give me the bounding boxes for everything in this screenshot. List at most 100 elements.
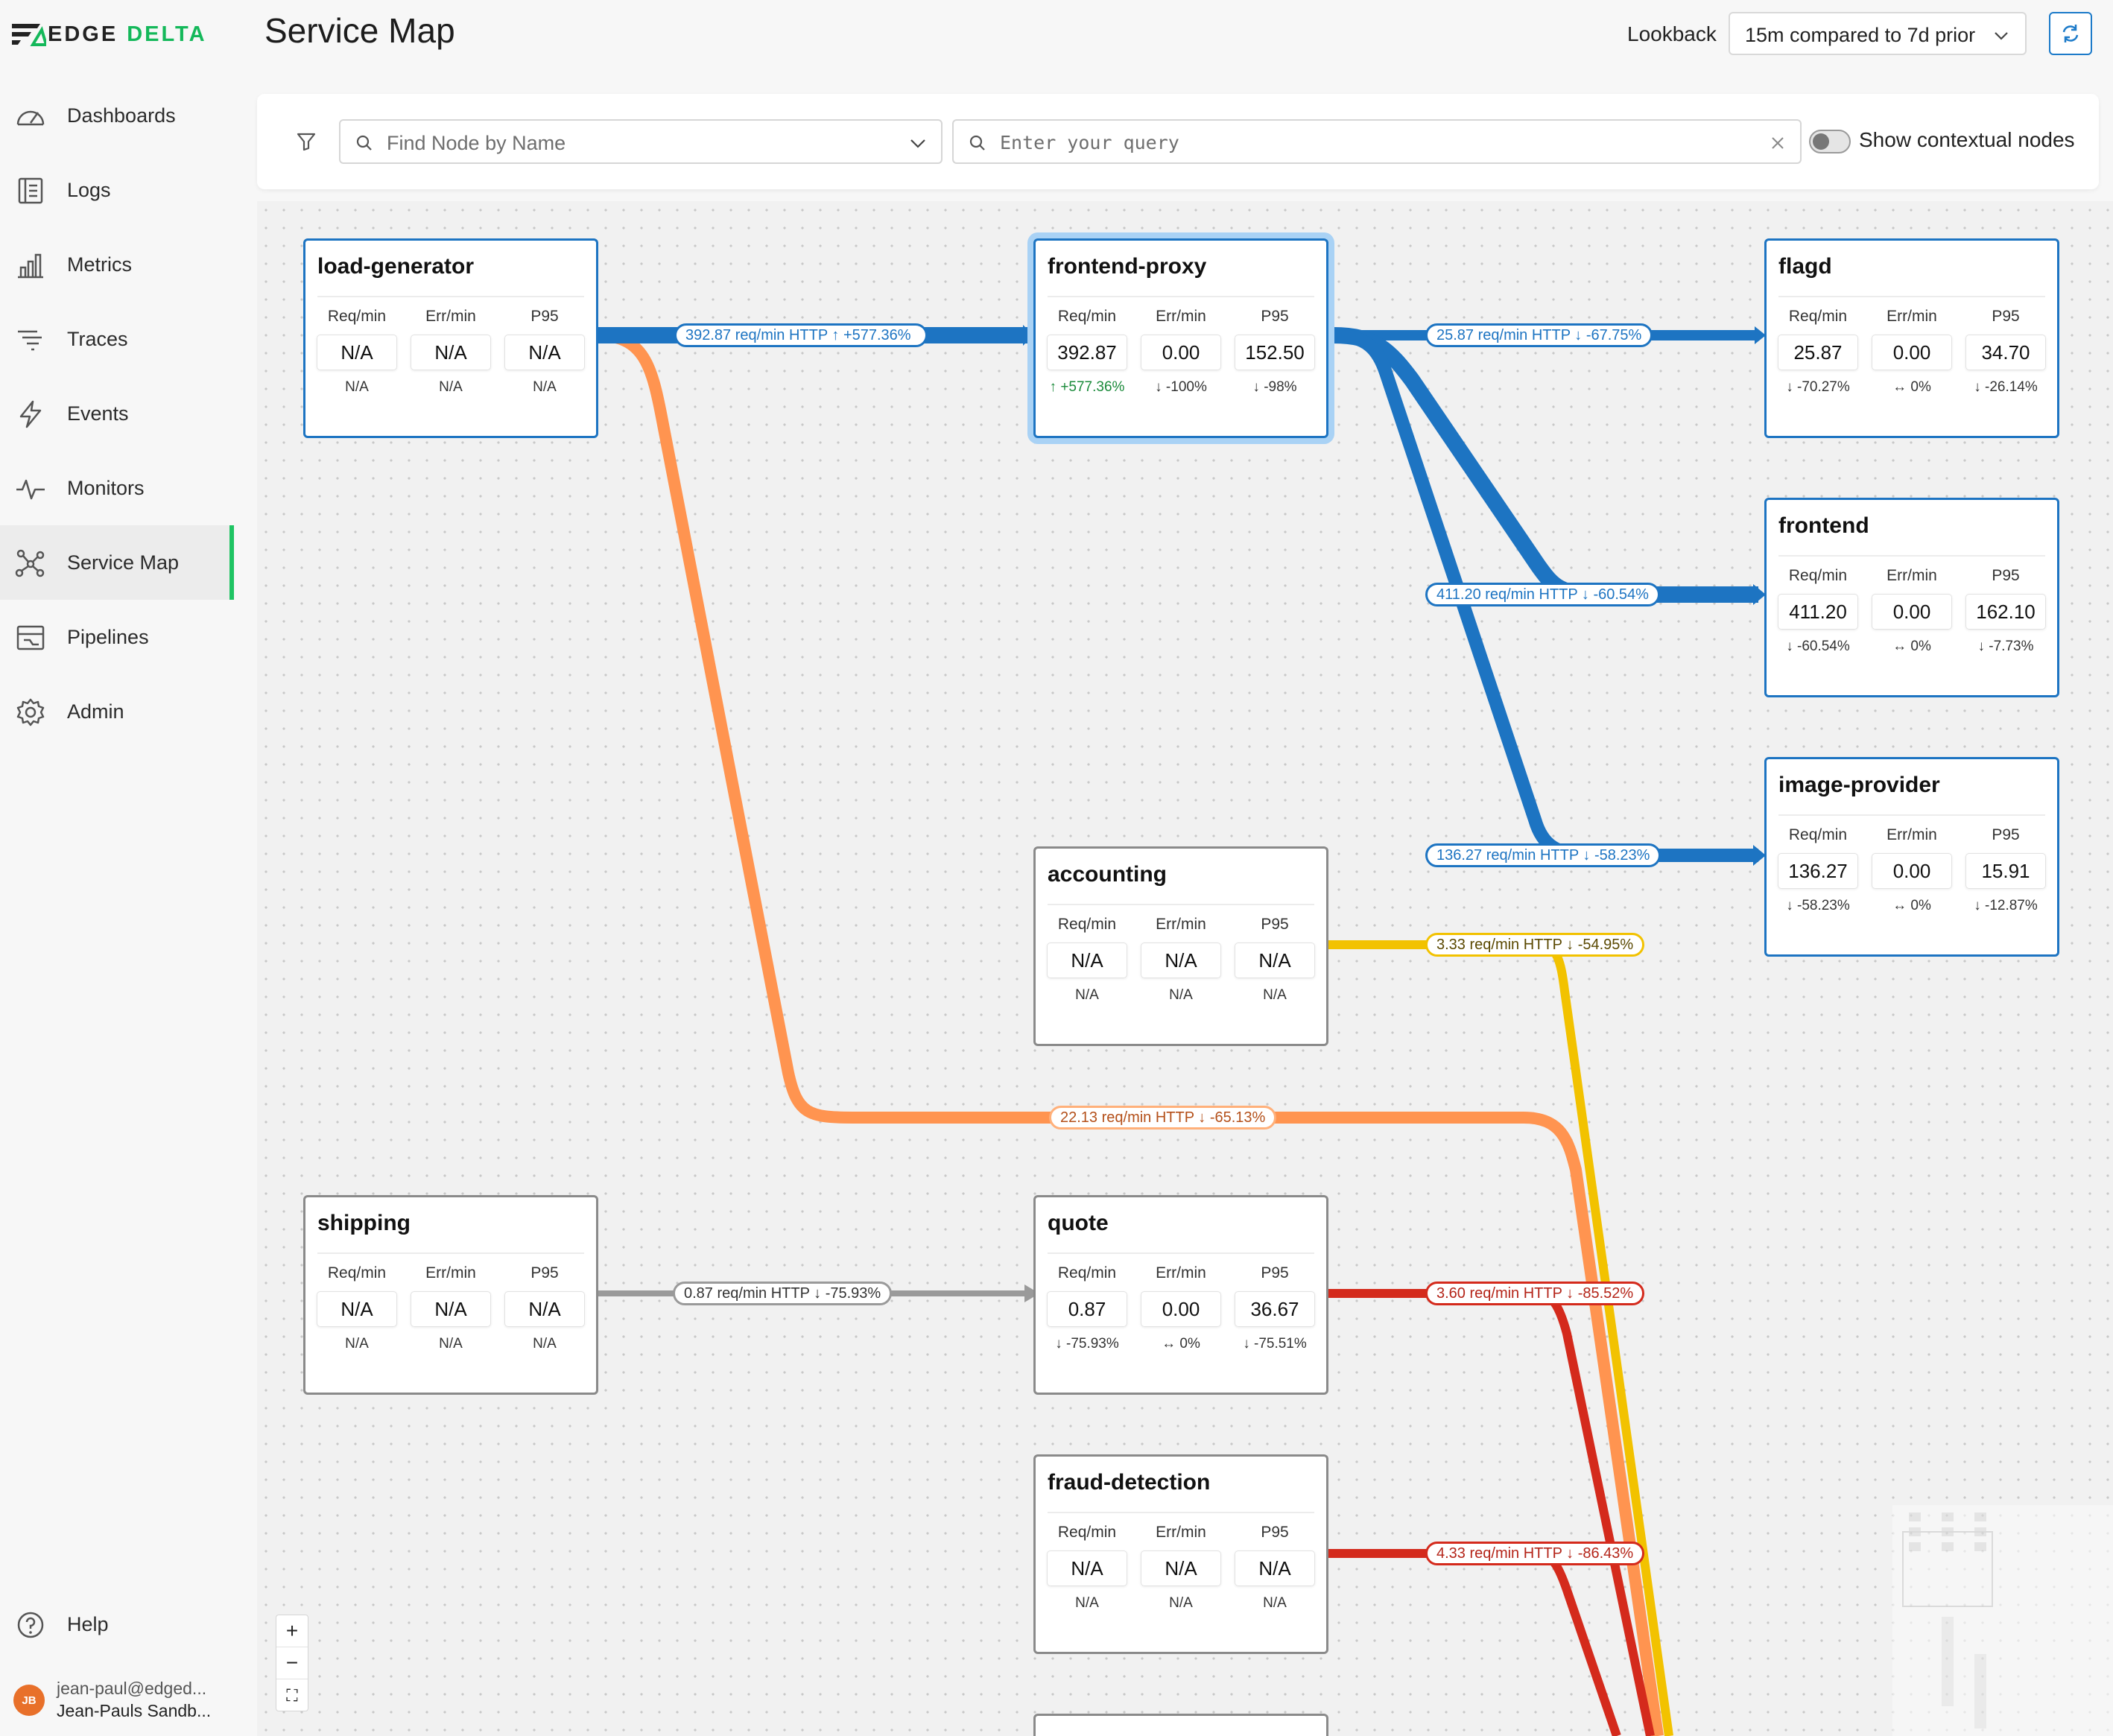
sidebar-item-label: Logs <box>67 178 111 201</box>
metric-header: Err/min <box>1156 308 1206 325</box>
close-icon[interactable] <box>1770 136 1785 151</box>
node-metrics: Req/min 0.87 ↓ -75.93% Err/min 0.00 ↔ 0% P95… <box>1046 1264 1316 1355</box>
contextual-nodes-toggle[interactable] <box>1809 130 1851 153</box>
metric-delta: N/A <box>1263 1595 1287 1611</box>
metric-err: Err/min 0.00 ↔ 0% <box>1871 826 1953 917</box>
metric-header: Err/min <box>425 308 476 325</box>
metric-value: N/A <box>504 335 585 370</box>
service-node-frontend-proxy[interactable]: frontend-proxy Req/min 392.87 ↑ +577.36% E… <box>1033 238 1328 438</box>
metric-value: 392.87 <box>1047 335 1127 370</box>
divider <box>1048 1252 1314 1254</box>
metric-header: Err/min <box>1887 308 1937 325</box>
sidebar-item-label: Events <box>67 402 129 425</box>
metric-err: Err/min N/A N/A <box>410 1264 492 1355</box>
node-name: shipping <box>317 1211 411 1235</box>
metric-err: Err/min 0.00 ↔ 0% <box>1871 567 1953 658</box>
edge-delta-logo[interactable]: EDGE DELTA <box>10 21 207 48</box>
sidebar-item-monitors[interactable]: Monitors <box>0 451 234 525</box>
service-node-shipping[interactable]: shipping Req/min N/A N/A Err/min N/A N/A P95… <box>303 1195 598 1395</box>
edge-label[interactable]: 3.60 req/min HTTP ↓ -85.52% <box>1425 1282 1645 1305</box>
lookback-select[interactable]: 15m compared to 7d prior <box>1729 12 2027 55</box>
metric-value: N/A <box>1235 943 1315 978</box>
metric-p95: P95 15.91 ↓ -12.87% <box>1965 826 2047 917</box>
sidebar-item-admin[interactable]: Admin <box>0 674 234 749</box>
edge-label[interactable]: 22.13 req/min HTTP ↓ -65.13% <box>1049 1106 1277 1130</box>
metric-value: N/A <box>411 335 491 370</box>
find-node-select[interactable]: Find Node by Name <box>339 119 943 164</box>
user-menu[interactable]: JB jean-paul@edged... Jean-Pauls Sandb..… <box>0 1673 234 1725</box>
metric-req: Req/min N/A N/A <box>1046 1524 1128 1615</box>
node-metrics: Req/min 136.27 ↓ -58.23% Err/min 0.00 ↔ 0% P… <box>1777 826 2047 917</box>
edge-label[interactable]: 392.87 req/min HTTP ↑ +577.36% <box>674 323 928 347</box>
zoom-in-button[interactable]: + <box>276 1615 308 1647</box>
filter-icon[interactable] <box>296 131 317 152</box>
service-node-quote[interactable]: quote Req/min 0.87 ↓ -75.93% Err/min 0.00 ↔ … <box>1033 1195 1328 1395</box>
edge-label[interactable]: 411.20 req/min HTTP ↓ -60.54% <box>1425 583 1660 606</box>
chevron-down-icon <box>910 139 925 148</box>
metric-value: 0.00 <box>1872 335 1952 370</box>
service-node-accounting[interactable]: accounting Req/min N/A N/A Err/min N/A N/A P… <box>1033 846 1328 1046</box>
metric-header: Req/min <box>1788 567 1848 584</box>
metric-value: N/A <box>1141 943 1221 978</box>
service-map-canvas[interactable]: 392.87 req/min HTTP ↑ +577.36% 25.87 req… <box>257 201 2113 1736</box>
metric-header: Req/min <box>1057 308 1117 325</box>
search-icon <box>969 135 985 151</box>
metric-err: Err/min N/A N/A <box>1140 916 1222 1007</box>
metric-header: Req/min <box>327 308 387 325</box>
query-input[interactable]: Enter your query <box>952 119 1802 164</box>
service-node-flagd[interactable]: flagd Req/min 25.87 ↓ -70.27% Err/min 0.00 ↔… <box>1764 238 2059 438</box>
node-metrics: Req/min 25.87 ↓ -70.27% Err/min 0.00 ↔ 0% P9… <box>1777 308 2047 399</box>
help-circle-icon <box>17 1612 44 1638</box>
search-icon <box>356 135 372 151</box>
sidebar-item-label: Pipelines <box>67 625 149 648</box>
edge-label[interactable]: 0.87 req/min HTTP ↓ -75.93% <box>673 1282 893 1305</box>
edge-label[interactable]: 4.33 req/min HTTP ↓ -86.43% <box>1425 1542 1645 1565</box>
zoom-out-button[interactable]: − <box>276 1647 308 1679</box>
sidebar-item-label: Admin <box>67 700 124 723</box>
contextual-nodes-label: Show contextual nodes <box>1859 128 2075 151</box>
metric-delta: ↓ -60.54% <box>1786 639 1850 654</box>
edge-label[interactable]: 136.27 req/min HTTP ↓ -58.23% <box>1425 843 1661 867</box>
node-metrics: Req/min 411.20 ↓ -60.54% Err/min 0.00 ↔ 0% P… <box>1777 567 2047 658</box>
sidebar-item-traces[interactable]: Traces <box>0 302 234 376</box>
metric-header: Req/min <box>1788 826 1848 843</box>
refresh-icon <box>2062 25 2079 42</box>
sidebar-item-pipelines[interactable]: Pipelines <box>0 600 234 674</box>
sidebar-item-logs[interactable]: Logs <box>0 153 234 227</box>
service-node-load-generator[interactable]: load-generator Req/min N/A N/A Err/min N/A N… <box>303 238 598 438</box>
user-email: jean-paul@edged... <box>57 1679 207 1698</box>
user-org: Jean-Pauls Sandb... <box>57 1701 212 1720</box>
metric-delta: ↓ -58.23% <box>1786 898 1850 913</box>
edge-label[interactable]: 25.87 req/min HTTP ↓ -67.75% <box>1425 323 1653 347</box>
metric-value: 411.20 <box>1778 594 1858 630</box>
metric-header: P95 <box>1261 1264 1289 1282</box>
node-name: frontend <box>1778 513 1869 538</box>
metric-value: N/A <box>317 335 397 370</box>
metric-header: Err/min <box>1156 916 1206 933</box>
minimap[interactable] <box>1892 1505 2113 1736</box>
help-button[interactable]: Help <box>0 1587 234 1661</box>
logo-mark-icon <box>10 21 48 48</box>
lookback-value: 15m compared to 7d prior <box>1745 24 1976 46</box>
service-node-frontend[interactable]: frontend Req/min 411.20 ↓ -60.54% Err/min 0… <box>1764 498 2059 697</box>
sidebar-item-dashboards[interactable]: Dashboards <box>0 78 234 153</box>
service-node-partial[interactable] <box>1033 1714 1328 1736</box>
sidebar-item-metrics[interactable]: Metrics <box>0 227 234 302</box>
service-node-fraud-detection[interactable]: fraud-detection Req/min N/A N/A Err/min N/A… <box>1033 1454 1328 1654</box>
metric-value: 0.00 <box>1872 594 1952 630</box>
metric-header: P95 <box>1992 826 2020 843</box>
metric-header: Err/min <box>1887 567 1937 584</box>
metric-p95: P95 34.70 ↓ -26.14% <box>1965 308 2047 399</box>
metric-header: P95 <box>530 308 559 325</box>
metric-err: Err/min 0.00 ↔ 0% <box>1140 1264 1222 1355</box>
traces-icon <box>18 330 42 351</box>
sidebar-item-events[interactable]: Events <box>0 376 234 451</box>
metric-header: Err/min <box>1156 1524 1206 1541</box>
sidebar-item-label: Dashboards <box>67 104 176 127</box>
edge-label[interactable]: 3.33 req/min HTTP ↓ -54.95% <box>1425 933 1645 957</box>
sidebar-item-service-map[interactable]: Service Map <box>0 525 234 600</box>
service-node-image-provider[interactable]: image-provider Req/min 136.27 ↓ -58.23% Er… <box>1764 757 2059 957</box>
refresh-button[interactable] <box>2049 12 2092 55</box>
fit-view-button[interactable]: ⛶ <box>276 1679 308 1711</box>
metric-delta: N/A <box>345 379 369 395</box>
